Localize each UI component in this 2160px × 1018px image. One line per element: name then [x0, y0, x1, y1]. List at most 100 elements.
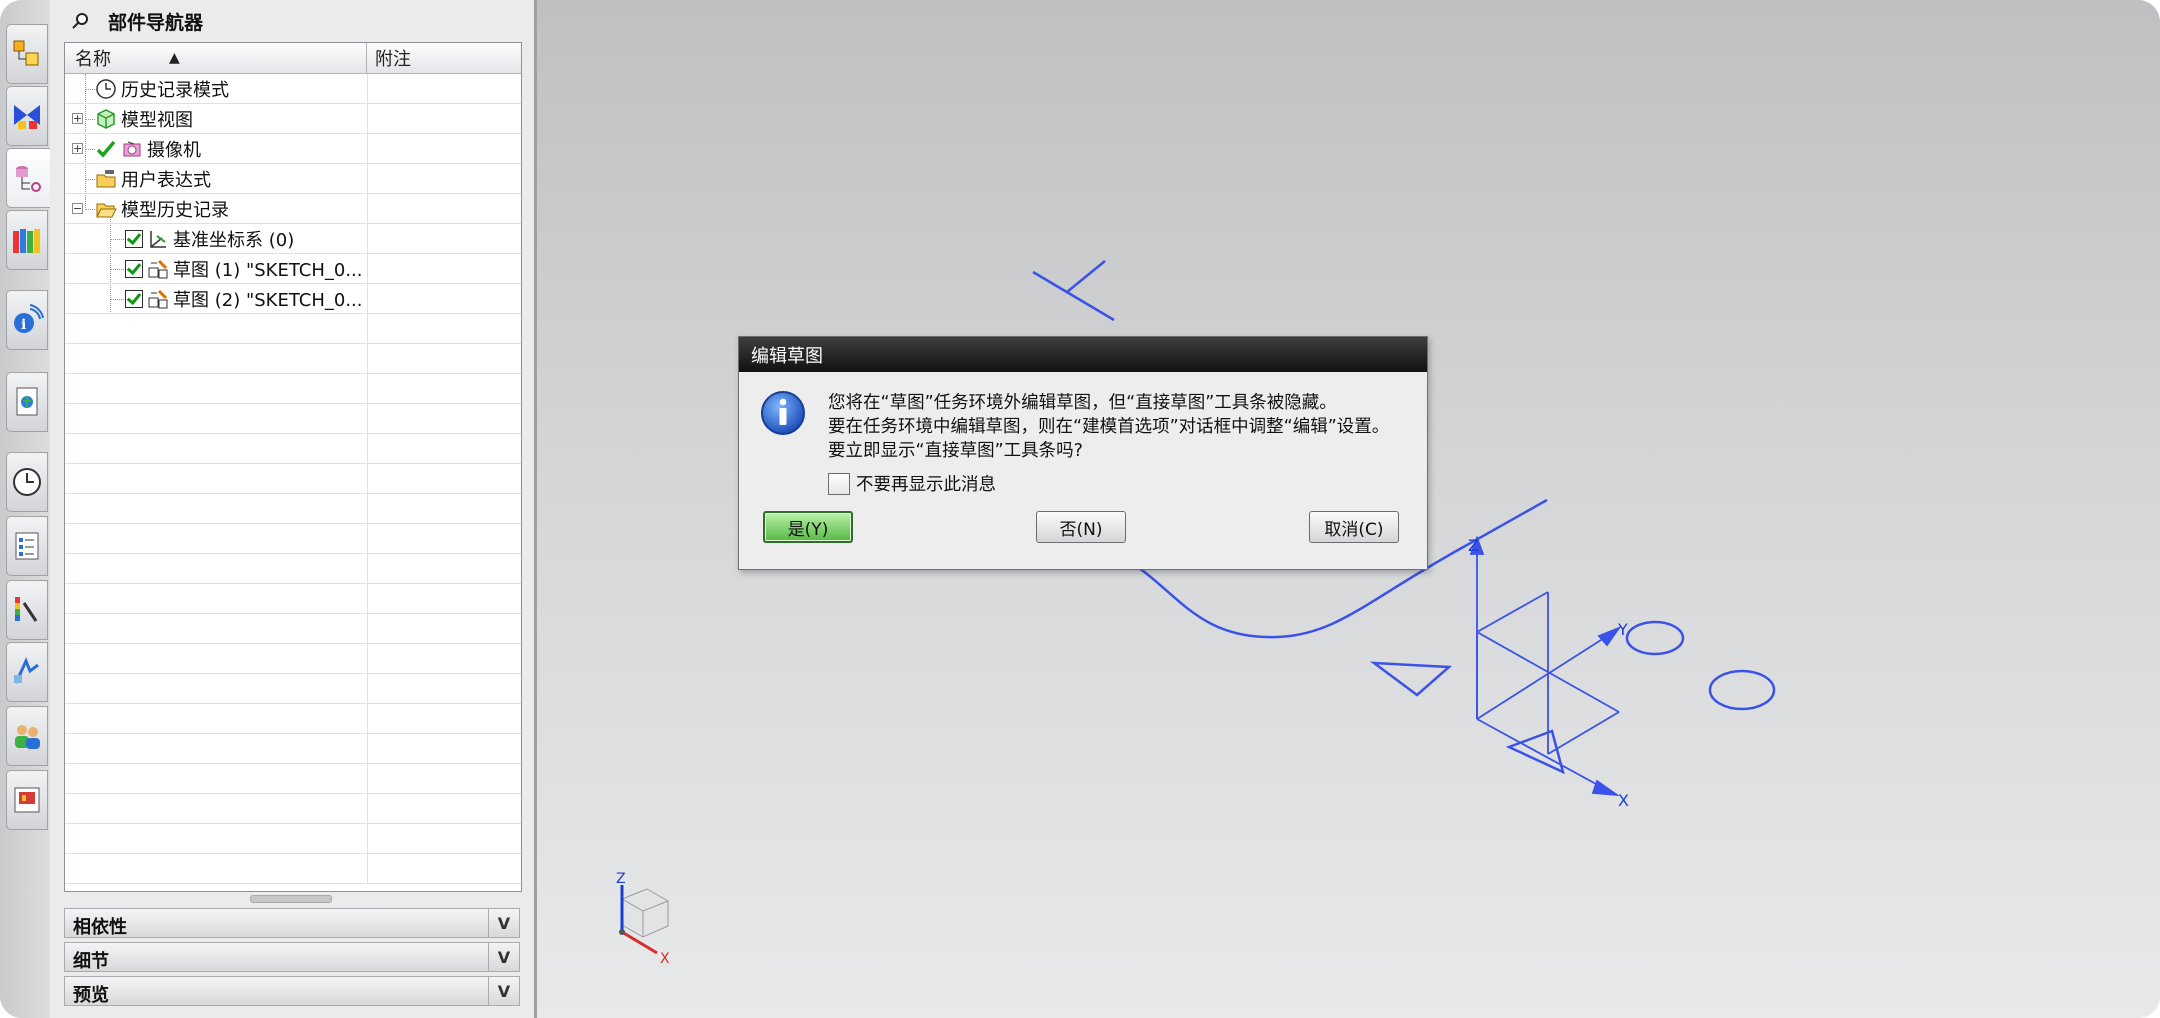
color-palette-icon[interactable]: [6, 580, 48, 640]
tree-row-empty: [65, 434, 521, 464]
tree-row-empty: [65, 794, 521, 824]
tree-row-empty: [65, 464, 521, 494]
feature-visible-checkbox[interactable]: [125, 290, 143, 308]
dialog-message-line: 您将在“草图”任务环境外编辑草图，但“直接草图”工具条被隐藏。: [828, 393, 1337, 413]
hd3d-tools-icon[interactable]: i: [6, 290, 48, 350]
tree-row-empty: [65, 374, 521, 404]
triad-x-label: X: [660, 951, 670, 967]
app-window: i 部件导航器 名称 ▲ 附注 历史记录模式 + 模型视图 + 摄像机 用户表达…: [0, 0, 2160, 1018]
tree-row-empty: [65, 824, 521, 854]
triad-z-label: Z: [616, 871, 626, 887]
section-details[interactable]: 细节 V: [64, 942, 520, 972]
checkbox-label: 不要再显示此消息: [856, 475, 996, 495]
svg-text:i: i: [21, 317, 26, 333]
datum-csys-icon: [147, 228, 169, 250]
constraint-navigator-icon[interactable]: [6, 86, 48, 146]
tree-row-empty: [65, 734, 521, 764]
csys-z-label: Z: [1468, 536, 1479, 555]
tree-row-empty: [65, 614, 521, 644]
dialog-title[interactable]: 编辑草图: [739, 337, 1427, 372]
tree-row-user-expressions[interactable]: 用户表达式: [65, 164, 521, 194]
tree-row-empty: [65, 644, 521, 674]
dialog-message-line: 要在任务环境中编辑草图，则在“建模首选项”对话框中调整“编辑”设置。: [828, 417, 1390, 437]
cancel-button[interactable]: 取消(C): [1309, 511, 1399, 543]
panel-splitter[interactable]: [250, 895, 332, 903]
feature-visible-checkbox[interactable]: [125, 230, 143, 248]
sort-ascending-icon: ▲: [169, 50, 180, 66]
expand-toggle[interactable]: +: [72, 113, 83, 124]
tree-row-empty: [65, 704, 521, 734]
section-preview[interactable]: 预览 V: [64, 976, 520, 1006]
camera-icon: [121, 138, 143, 160]
tree-row-empty: [65, 854, 521, 884]
csys-x-label: X: [1618, 791, 1629, 810]
no-button[interactable]: 否(N): [1036, 511, 1126, 543]
history-icon[interactable]: [6, 452, 48, 512]
tree-row-label: 基准坐标系 (0): [173, 230, 295, 251]
pin-icon[interactable]: [70, 11, 90, 31]
tree-row-history-mode[interactable]: 历史记录模式: [65, 74, 521, 104]
expand-toggle[interactable]: +: [72, 143, 83, 154]
tree-row-datum-csys[interactable]: 基准坐标系 (0): [65, 224, 521, 254]
navigator-title: 部件导航器: [108, 11, 204, 34]
tree-row-label: 草图 (1) "SKETCH_0...: [173, 260, 363, 281]
dialog-message-line: 要立即显示“直接草图”工具条吗?: [828, 441, 1083, 461]
tree-row-label: 摄像机: [147, 140, 201, 161]
tree-rows: 历史记录模式 + 模型视图 + 摄像机 用户表达式 − 模型历史记录 基准坐标系…: [65, 74, 521, 884]
chevron-down-icon[interactable]: V: [488, 909, 519, 937]
checkbox-box[interactable]: [828, 472, 850, 495]
process-studio-icon[interactable]: [6, 516, 48, 576]
tree-row-model-history[interactable]: − 模型历史记录: [65, 194, 521, 224]
tree-row-empty: [65, 674, 521, 704]
tree-row-cameras[interactable]: + 摄像机: [65, 134, 521, 164]
part-navigator-icon[interactable]: [6, 148, 51, 208]
web-browser-icon[interactable]: [6, 372, 48, 432]
system-materials-icon[interactable]: [6, 642, 48, 702]
dialog-body: 您将在“草图”任务环境外编辑草图，但“直接草图”工具条被隐藏。 要在任务环境中编…: [739, 373, 1427, 569]
tree-row-sketch-1[interactable]: 草图 (1) "SKETCH_0...: [65, 254, 521, 284]
tree-row-label: 草图 (2) "SKETCH_0...: [173, 290, 363, 311]
tree-header: 名称 ▲ 附注: [65, 43, 521, 74]
column-header-name[interactable]: 名称 ▲: [65, 43, 367, 73]
folder-open-icon: [95, 198, 117, 220]
tree-row-label: 模型历史记录: [121, 200, 229, 221]
view-triad: [619, 885, 669, 955]
tree-row-sketch-2[interactable]: 草图 (2) "SKETCH_0...: [65, 284, 521, 314]
tree-row-empty: [65, 344, 521, 374]
reuse-library-icon[interactable]: [6, 210, 48, 270]
navigator-tree[interactable]: 名称 ▲ 附注 历史记录模式 + 模型视图 + 摄像机 用户表达式 − 模型历史…: [64, 42, 522, 892]
chevron-down-icon[interactable]: V: [488, 943, 519, 971]
tree-row-empty: [65, 314, 521, 344]
csys-y-label: Y: [1617, 620, 1628, 639]
sketch-icon: [147, 288, 169, 310]
roles-icon[interactable]: [6, 706, 48, 766]
part-navigator-panel: 部件导航器 名称 ▲ 附注 历史记录模式 + 模型视图 + 摄像机 用户表达式 …: [50, 0, 537, 1018]
tree-row-model-views[interactable]: + 模型视图: [65, 104, 521, 134]
yes-button[interactable]: 是(Y): [763, 511, 853, 543]
clock-icon: [95, 78, 117, 100]
tree-row-label: 用户表达式: [121, 170, 211, 191]
section-dependencies[interactable]: 相依性 V: [64, 908, 520, 938]
system-scenes-icon[interactable]: [6, 770, 48, 830]
green-check-icon: [95, 138, 117, 160]
column-header-note[interactable]: 附注: [367, 43, 521, 73]
tree-row-empty: [65, 584, 521, 614]
tree-row-label: 模型视图: [121, 110, 193, 131]
chevron-down-icon[interactable]: V: [488, 977, 519, 1005]
dont-show-again-checkbox[interactable]: 不要再显示此消息: [828, 471, 996, 496]
assembly-navigator-icon[interactable]: [6, 24, 48, 84]
tree-row-label: 历史记录模式: [121, 80, 229, 101]
edit-sketch-dialog[interactable]: 编辑草图 您将在“草图”任务环境外编辑草图，但“直接草图”工具条被隐藏。 要在任…: [738, 336, 1428, 570]
resource-bar: i: [0, 0, 51, 1018]
model-views-icon: [95, 108, 117, 130]
sketch-icon: [147, 258, 169, 280]
tree-row-empty: [65, 494, 521, 524]
tree-row-empty: [65, 524, 521, 554]
feature-visible-checkbox[interactable]: [125, 260, 143, 278]
collapse-toggle[interactable]: −: [72, 203, 83, 214]
tree-row-empty: [65, 404, 521, 434]
datum-csys[interactable]: [1469, 535, 1622, 797]
tree-row-empty: [65, 764, 521, 794]
information-icon: [761, 391, 805, 435]
tree-row-empty: [65, 554, 521, 584]
